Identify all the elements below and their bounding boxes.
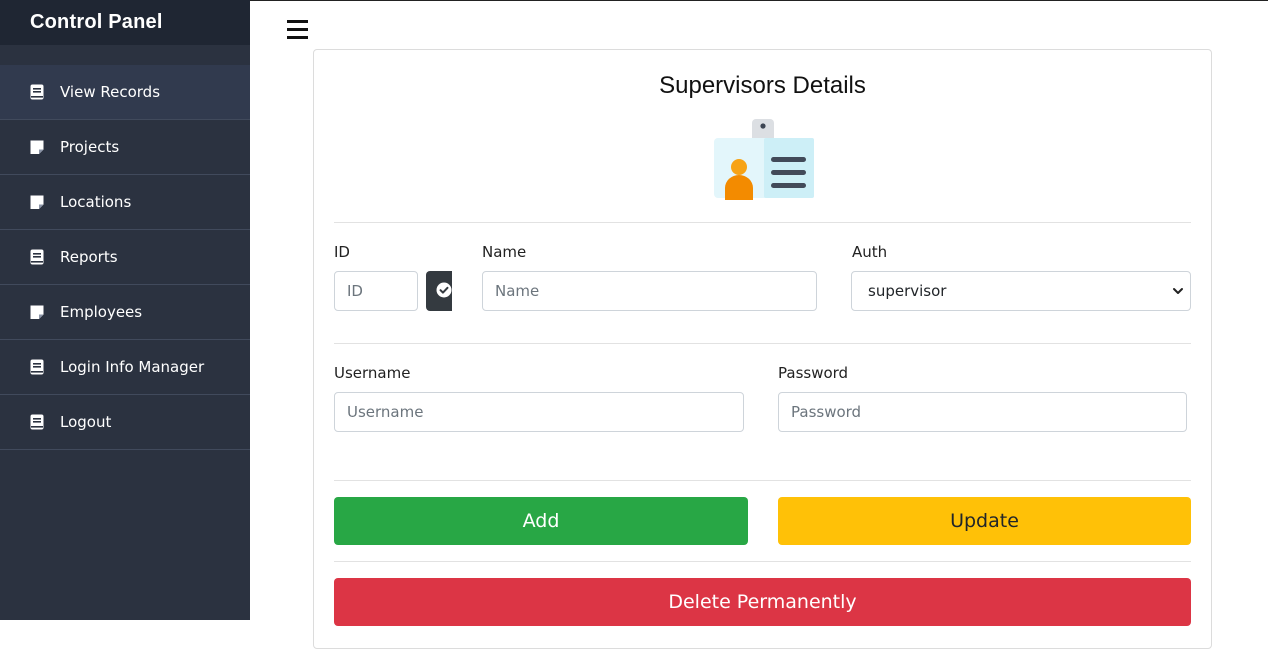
auth-select[interactable]: supervisor <box>851 271 1191 311</box>
sidebar-item-login-info-manager[interactable]: Login Info Manager <box>0 340 250 395</box>
divider <box>334 222 1191 223</box>
sidebar-item-logout[interactable]: Logout <box>0 395 250 450</box>
name-label: Name <box>482 243 527 261</box>
sidebar-item-label: Projects <box>60 138 120 156</box>
divider <box>334 480 1191 481</box>
auth-selected-value: supervisor <box>868 282 947 300</box>
sidebar-item-label: Logout <box>60 413 112 431</box>
book-icon <box>30 249 44 265</box>
hamburger-icon[interactable] <box>287 20 308 40</box>
page-title: Supervisors Details <box>659 72 866 99</box>
sidebar-item-view-records[interactable]: View Records <box>0 65 250 120</box>
add-button[interactable]: Add <box>334 497 748 545</box>
sidebar-item-locations[interactable]: Locations <box>0 175 250 230</box>
id-badge-icon <box>714 119 814 200</box>
sidebar-item-label: View Records <box>60 83 161 101</box>
delete-permanently-button[interactable]: Delete Permanently <box>334 578 1191 626</box>
id-input[interactable] <box>334 271 418 311</box>
divider <box>334 343 1191 344</box>
auth-label: Auth <box>852 243 888 261</box>
supervisor-form-card: Supervisors Details ID Name Auth supervi… <box>313 49 1212 649</box>
sidebar-item-label: Locations <box>60 193 132 211</box>
username-label: Username <box>334 364 411 382</box>
password-input[interactable] <box>778 392 1187 432</box>
sticky-note-icon <box>30 304 44 320</box>
sidebar: Control Panel View Records Projects Loca… <box>0 0 250 620</box>
id-label: ID <box>334 243 350 261</box>
book-icon <box>30 359 44 375</box>
username-input[interactable] <box>334 392 744 432</box>
sidebar-item-label: Login Info Manager <box>60 358 205 376</box>
chevron-down-icon <box>1173 288 1183 294</box>
divider <box>334 561 1191 562</box>
top-border <box>250 0 1268 1</box>
book-icon <box>30 414 44 430</box>
password-label: Password <box>778 364 849 382</box>
sticky-note-icon <box>30 139 44 155</box>
sticky-note-icon <box>30 194 44 210</box>
check-circle-icon <box>436 282 452 298</box>
name-input[interactable] <box>482 271 817 311</box>
update-button[interactable]: Update <box>778 497 1191 545</box>
check-id-button[interactable] <box>426 271 452 311</box>
sidebar-item-label: Reports <box>60 248 118 266</box>
sidebar-item-employees[interactable]: Employees <box>0 285 250 340</box>
sidebar-item-projects[interactable]: Projects <box>0 120 250 175</box>
book-icon <box>30 84 44 100</box>
sidebar-item-reports[interactable]: Reports <box>0 230 250 285</box>
sidebar-title: Control Panel <box>0 0 250 45</box>
sidebar-item-label: Employees <box>60 303 143 321</box>
